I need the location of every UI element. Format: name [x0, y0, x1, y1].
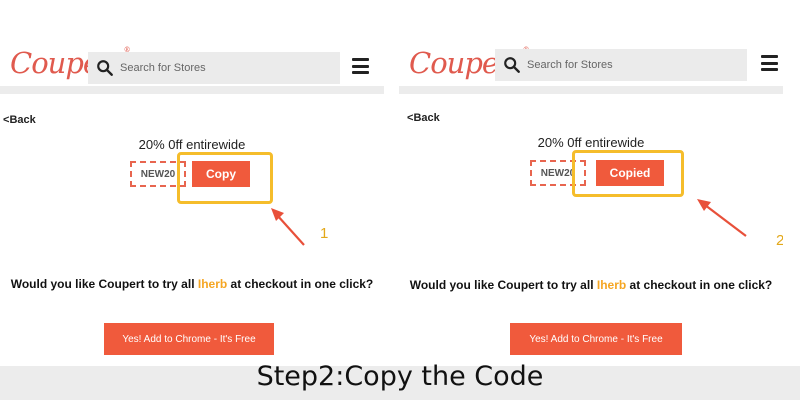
step-caption: Step2:Copy the Code — [256, 361, 544, 392]
site-header: Coupert® — [0, 0, 384, 94]
step-number: 2 — [776, 232, 783, 249]
pointer-arrow-icon — [697, 199, 747, 237]
add-to-chrome-button[interactable]: Yes! Add to Chrome - It's Free — [104, 323, 274, 355]
search-input[interactable] — [527, 59, 727, 71]
step-number: 1 — [320, 225, 329, 242]
panel-before-copy: Coupert® <Back 20% 0ff entirewide NEW20 … — [0, 0, 384, 366]
search-input[interactable] — [120, 62, 320, 74]
search-bar[interactable] — [495, 49, 747, 81]
search-icon — [97, 60, 113, 76]
store-name: Iherb — [197, 277, 228, 291]
install-question: Would you like Coupert to try all Iherb … — [10, 277, 374, 291]
store-name: Iherb — [596, 278, 627, 292]
add-to-chrome-button[interactable]: Yes! Add to Chrome - It's Free — [510, 323, 682, 355]
install-question: Would you like Coupert to try all Iherb … — [409, 278, 773, 292]
pointer-arrow-icon — [271, 208, 305, 246]
highlight-box — [572, 150, 684, 197]
back-link[interactable]: <Back — [3, 114, 36, 126]
offer-title: 20% 0ff entirewide — [537, 135, 645, 150]
search-bar[interactable] — [88, 52, 340, 84]
search-icon — [504, 57, 520, 73]
hamburger-menu-icon[interactable] — [761, 55, 779, 71]
site-header: Coupert® — [399, 0, 783, 94]
highlight-box — [177, 152, 273, 204]
panel-after-copy: Coupert® <Back 20% 0ff entirewide NEW20 … — [399, 0, 783, 366]
hamburger-menu-icon[interactable] — [352, 58, 370, 74]
back-link[interactable]: <Back — [407, 112, 440, 124]
offer-title: 20% 0ff entirewide — [138, 137, 246, 152]
